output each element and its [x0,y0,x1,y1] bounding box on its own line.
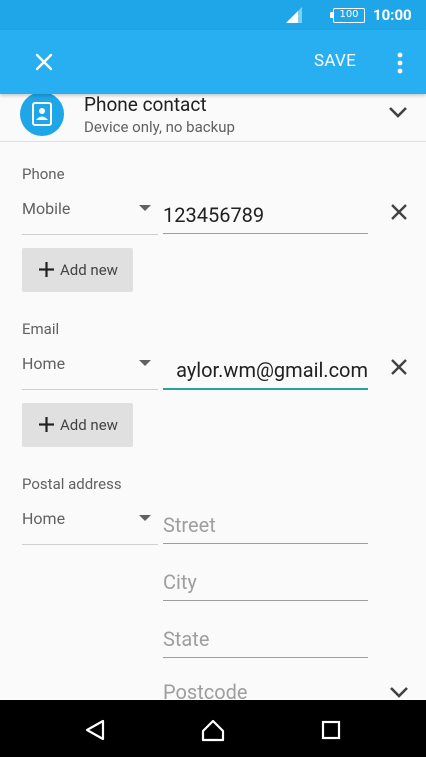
postal-section-label: Postal address [22,475,122,493]
city-field[interactable]: City [163,561,368,601]
battery-icon: 100 [330,8,365,23]
phone-section-label: Phone [22,165,65,183]
add-email-button[interactable]: Add new [22,403,133,447]
street-field[interactable]: Street [163,504,368,544]
add-phone-button[interactable]: Add new [22,248,133,292]
contact-account-icon [20,94,64,136]
recent-apps-icon[interactable] [320,719,342,741]
account-title: Phone contact [84,94,207,116]
signal-icon [286,7,302,23]
app-toolbar: SAVE [0,30,426,94]
battery-level: 100 [339,9,359,20]
phone-type-select[interactable]: Mobile [22,199,70,218]
status-bar: 100 10:00 [0,0,426,30]
home-icon[interactable] [200,718,226,742]
phone-number-field[interactable]: 123456789 [163,194,368,234]
navigation-bar [0,700,426,757]
email-value: aylor.wm@gmail.com [176,358,368,382]
street-placeholder: Street [163,513,216,537]
account-subtitle: Device only, no backup [84,118,235,136]
email-field[interactable]: aylor.wm@gmail.com [163,350,368,390]
city-placeholder: City [163,570,197,594]
divider [22,389,158,390]
dropdown-arrow-icon[interactable] [139,515,151,521]
close-icon[interactable] [30,48,58,76]
divider [22,544,158,545]
add-email-label: Add new [60,416,118,434]
phone-number-value: 123456789 [163,203,265,227]
save-button[interactable]: SAVE [314,51,356,71]
add-phone-label: Add new [60,261,118,279]
account-selector[interactable]: Phone contact Device only, no backup [0,94,426,142]
divider [22,234,158,235]
state-field[interactable]: State [163,618,368,658]
plus-icon [39,262,54,277]
clock: 10:00 [373,6,412,24]
postal-type-select[interactable]: Home [22,509,65,528]
email-section-label: Email [22,320,60,338]
clear-phone-icon[interactable] [388,201,410,223]
chevron-down-icon[interactable] [386,104,410,120]
chevron-down-icon[interactable] [387,684,411,700]
dropdown-arrow-icon[interactable] [139,205,151,211]
back-icon[interactable] [83,718,107,742]
more-options-icon[interactable] [390,50,410,76]
plus-icon [39,417,54,432]
clear-email-icon[interactable] [388,356,410,378]
dropdown-arrow-icon[interactable] [139,360,151,366]
email-type-select[interactable]: Home [22,354,65,373]
state-placeholder: State [163,627,210,651]
